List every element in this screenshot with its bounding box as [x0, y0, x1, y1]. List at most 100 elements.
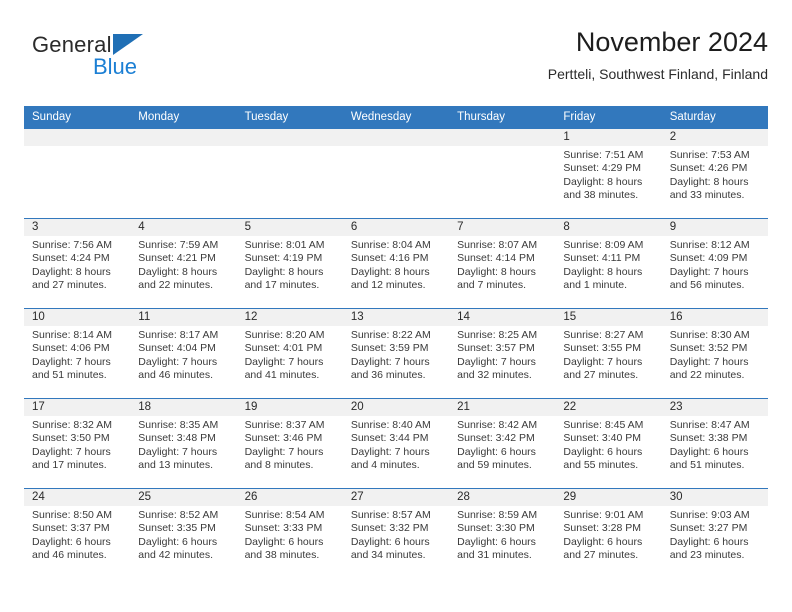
calendar-week-row: 10 Sunrise: 8:14 AM Sunset: 4:06 PM Dayligh…: [24, 308, 768, 398]
day-info: Sunrise: 7:56 AM Sunset: 4:24 PM Daylight:…: [24, 236, 130, 293]
daylight-text: Daylight: 8 hours and 17 minutes.: [244, 265, 324, 292]
day-number: 7: [449, 219, 556, 236]
sunset-text: Sunset: 3:30 PM: [457, 522, 535, 535]
day-cell-1[interactable]: 1 Sunrise: 7:51 AM Sunset: 4:29 PM Daylight…: [555, 129, 662, 218]
page-title: November 2024: [575, 27, 768, 57]
calendar-week-row: 17 Sunrise: 8:32 AM Sunset: 3:50 PM Dayligh…: [24, 398, 768, 488]
day-cell-29[interactable]: 29 Sunrise: 9:01 AM Sunset: 3:28 PM Dayligh…: [555, 489, 662, 578]
sunset-text: Sunset: 3:28 PM: [563, 522, 642, 535]
sunrise-text: Sunrise: 8:42 AM: [457, 419, 538, 431]
day-cell-empty: [130, 129, 237, 218]
daylight-text: Daylight: 7 hours and 46 minutes.: [138, 355, 218, 382]
calendar-week-row: 3 Sunrise: 7:56 AM Sunset: 4:24 PM Daylight…: [24, 218, 768, 308]
sunset-text: Sunset: 3:59 PM: [350, 342, 429, 355]
day-cell-27[interactable]: 27 Sunrise: 8:57 AM Sunset: 3:32 PM Dayligh…: [342, 489, 450, 578]
day-cell-19[interactable]: 19 Sunrise: 8:37 AM Sunset: 3:46 PM Dayligh…: [236, 399, 343, 488]
day-cell-10[interactable]: 10 Sunrise: 8:14 AM Sunset: 4:06 PM Dayligh…: [24, 309, 131, 398]
day-info: Sunrise: 8:50 AM Sunset: 3:37 PM Daylight:…: [24, 506, 130, 563]
day-info: Sunrise: 8:40 AM Sunset: 3:44 PM Daylight:…: [343, 416, 449, 473]
day-cell-12[interactable]: 12 Sunrise: 8:20 AM Sunset: 4:01 PM Dayligh…: [236, 309, 343, 398]
sunrise-text: Sunrise: 8:20 AM: [244, 329, 325, 341]
day-cell-30[interactable]: 30 Sunrise: 9:03 AM Sunset: 3:27 PM Dayligh…: [661, 489, 768, 578]
day-cell-6[interactable]: 6 Sunrise: 8:04 AM Sunset: 4:16 PM Daylight…: [342, 219, 450, 308]
sunrise-text: Sunrise: 8:59 AM: [457, 509, 538, 521]
day-cell-17[interactable]: 17 Sunrise: 8:32 AM Sunset: 3:50 PM Dayligh…: [24, 399, 131, 488]
day-cell-9[interactable]: 9 Sunrise: 8:12 AM Sunset: 4:09 PM Daylight…: [661, 219, 768, 308]
sunrise-text: Sunrise: 8:47 AM: [669, 419, 750, 431]
general-blue-logo[interactable]: General Blue: [32, 32, 222, 88]
sunset-text: Sunset: 4:11 PM: [563, 252, 641, 265]
day-cell-5[interactable]: 5 Sunrise: 8:01 AM Sunset: 4:19 PM Daylight…: [236, 219, 343, 308]
weekday-header-row: Sunday Monday Tuesday Wednesday Thursday Frid…: [24, 106, 768, 129]
sunset-text: Sunset: 4:06 PM: [32, 342, 110, 355]
day-cell-2[interactable]: 2 Sunrise: 7:53 AM Sunset: 4:26 PM Daylight…: [661, 129, 768, 218]
day-number: 9: [661, 219, 768, 236]
sunrise-text: Sunrise: 8:27 AM: [563, 329, 644, 341]
day-cell-14[interactable]: 14 Sunrise: 8:25 AM Sunset: 3:57 PM Dayligh…: [449, 309, 556, 398]
day-cell-7[interactable]: 7 Sunrise: 8:07 AM Sunset: 4:14 PM Daylight…: [449, 219, 556, 308]
daylight-text: Daylight: 8 hours and 1 minute.: [563, 265, 643, 292]
day-cell-15[interactable]: 15 Sunrise: 8:27 AM Sunset: 3:55 PM Dayligh…: [555, 309, 662, 398]
calendar-week-row: 1 Sunrise: 7:51 AM Sunset: 4:29 PM Daylight…: [24, 129, 768, 218]
day-cell-28[interactable]: 28 Sunrise: 8:59 AM Sunset: 3:30 PM Dayligh…: [449, 489, 556, 578]
day-cell-13[interactable]: 13 Sunrise: 8:22 AM Sunset: 3:59 PM Dayligh…: [342, 309, 450, 398]
sunrise-text: Sunrise: 8:17 AM: [138, 329, 219, 341]
sunset-text: Sunset: 4:24 PM: [32, 252, 110, 265]
day-cell-4[interactable]: 4 Sunrise: 7:59 AM Sunset: 4:21 PM Daylight…: [130, 219, 237, 308]
daylight-text: Daylight: 6 hours and 31 minutes.: [457, 535, 536, 562]
day-cell-empty: [449, 129, 556, 218]
day-number: 18: [130, 399, 237, 416]
sunset-text: Sunset: 4:04 PM: [138, 342, 216, 355]
day-cell-8[interactable]: 8 Sunrise: 8:09 AM Sunset: 4:11 PM Daylight…: [555, 219, 662, 308]
day-info: Sunrise: 8:09 AM Sunset: 4:11 PM Daylight:…: [555, 236, 661, 293]
day-cell-21[interactable]: 21 Sunrise: 8:42 AM Sunset: 3:42 PM Dayligh…: [449, 399, 556, 488]
day-cell-11[interactable]: 11 Sunrise: 8:17 AM Sunset: 4:04 PM Dayligh…: [130, 309, 237, 398]
daylight-text: Daylight: 7 hours and 13 minutes.: [138, 445, 218, 472]
daylight-text: Daylight: 7 hours and 56 minutes.: [669, 265, 749, 292]
day-info: Sunrise: 8:32 AM Sunset: 3:50 PM Daylight:…: [24, 416, 130, 473]
day-info: Sunrise: 9:01 AM Sunset: 3:28 PM Daylight:…: [555, 506, 661, 563]
day-number: 21: [449, 399, 556, 416]
daylight-text: Daylight: 6 hours and 27 minutes.: [563, 535, 643, 562]
day-info: Sunrise: 8:45 AM Sunset: 3:40 PM Daylight:…: [555, 416, 661, 473]
day-info: Sunrise: 8:04 AM Sunset: 4:16 PM Daylight:…: [343, 236, 449, 293]
daylight-text: Daylight: 7 hours and 4 minutes.: [350, 445, 430, 472]
day-cell-3[interactable]: 3 Sunrise: 7:56 AM Sunset: 4:24 PM Daylight…: [24, 219, 131, 308]
sunrise-text: Sunrise: 8:54 AM: [244, 509, 325, 521]
day-number: 13: [342, 309, 450, 326]
day-cell-24[interactable]: 24 Sunrise: 8:50 AM Sunset: 3:37 PM Dayligh…: [24, 489, 131, 578]
day-number: 20: [342, 399, 450, 416]
daylight-text: Daylight: 8 hours and 38 minutes.: [563, 175, 643, 202]
day-info: Sunrise: 8:42 AM Sunset: 3:42 PM Daylight:…: [449, 416, 555, 473]
weekday-header-tuesday: Tuesday: [244, 111, 289, 123]
day-info: Sunrise: 9:03 AM Sunset: 3:27 PM Daylight:…: [662, 506, 768, 563]
sunset-text: Sunset: 3:37 PM: [32, 522, 110, 535]
sunrise-text: Sunrise: 8:50 AM: [32, 509, 112, 521]
day-info: Sunrise: 8:20 AM Sunset: 4:01 PM Daylight:…: [237, 326, 343, 383]
day-number: 17: [24, 399, 131, 416]
day-cell-18[interactable]: 18 Sunrise: 8:35 AM Sunset: 3:48 PM Dayligh…: [130, 399, 237, 488]
day-number: 11: [130, 309, 237, 326]
day-info: Sunrise: 8:01 AM Sunset: 4:19 PM Daylight:…: [237, 236, 343, 293]
day-cell-26[interactable]: 26 Sunrise: 8:54 AM Sunset: 3:33 PM Dayligh…: [236, 489, 343, 578]
day-number: 6: [342, 219, 450, 236]
day-cell-16[interactable]: 16 Sunrise: 8:30 AM Sunset: 3:52 PM Dayligh…: [661, 309, 768, 398]
day-cell-20[interactable]: 20 Sunrise: 8:40 AM Sunset: 3:44 PM Dayligh…: [342, 399, 450, 488]
daylight-text: Daylight: 7 hours and 8 minutes.: [244, 445, 324, 472]
day-info: Sunrise: 8:30 AM Sunset: 3:52 PM Daylight:…: [662, 326, 768, 383]
day-cell-23[interactable]: 23 Sunrise: 8:47 AM Sunset: 3:38 PM Dayligh…: [661, 399, 768, 488]
day-cell-25[interactable]: 25 Sunrise: 8:52 AM Sunset: 3:35 PM Dayligh…: [130, 489, 237, 578]
day-number: 3: [24, 219, 131, 236]
sunrise-text: Sunrise: 8:40 AM: [350, 419, 431, 431]
day-cell-22[interactable]: 22 Sunrise: 8:45 AM Sunset: 3:40 PM Dayligh…: [555, 399, 662, 488]
sunset-text: Sunset: 3:46 PM: [244, 432, 323, 445]
logo-triangle-icon: [113, 34, 143, 55]
day-info: Sunrise: 8:27 AM Sunset: 3:55 PM Daylight:…: [555, 326, 661, 383]
day-number: [130, 129, 237, 146]
sunrise-text: Sunrise: 8:01 AM: [244, 239, 325, 251]
sunset-text: Sunset: 3:52 PM: [669, 342, 748, 355]
day-number: 25: [130, 489, 237, 506]
day-number: 24: [24, 489, 131, 506]
calendar-page: General Blue November 2024 Pertteli, Sou…: [0, 0, 792, 612]
weekday-header-monday: Monday: [138, 111, 180, 123]
